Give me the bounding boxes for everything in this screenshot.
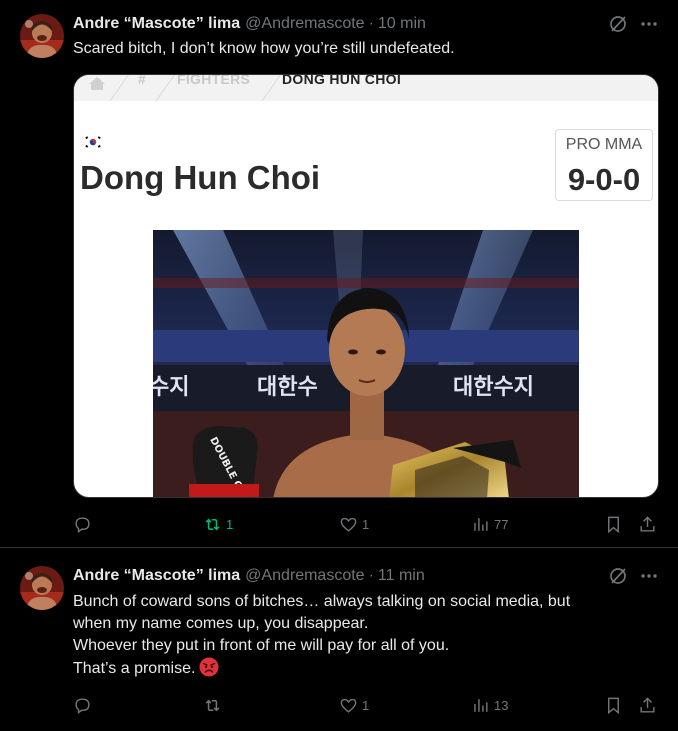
tweet-text: Bunch of coward sons of bitches… always … (73, 591, 658, 680)
bookmark-button[interactable] (604, 694, 623, 716)
banner-text: 수지 (153, 375, 189, 400)
share-icon (640, 515, 655, 532)
home-icon (89, 77, 105, 90)
heart-icon (340, 517, 357, 532)
retweet-button[interactable] (203, 694, 226, 716)
grok-icon[interactable] (608, 14, 628, 34)
media-card[interactable]: # FIGHTERS DONG HUN CHOI Dong Hun Choi P… (73, 74, 659, 498)
views-icon (474, 517, 488, 531)
angry-face-emoji-icon (199, 657, 219, 677)
tweet-header: Andre “Mascote” lima @Andremascote · 11 … (73, 566, 425, 586)
reply-button[interactable] (73, 513, 96, 535)
action-bar: 1 13 (73, 694, 663, 716)
avatar[interactable] (20, 566, 64, 610)
author-name[interactable]: Andre “Mascote” lima (73, 15, 240, 33)
more-options-icon[interactable] (639, 566, 659, 586)
tweet-text-line: Scared bitch, I don’t know how you’re st… (73, 40, 455, 57)
retweet-count: 1 (226, 516, 234, 532)
breadcrumb-item: FIGHTERS (177, 75, 251, 87)
share-button[interactable] (638, 513, 657, 535)
tweet-text-line: Bunch of coward sons of bitches… always … (73, 593, 571, 610)
reply-button[interactable] (73, 694, 96, 716)
fighter-photo: 수지 대한수 대한수지 DOUBLE G (153, 230, 579, 497)
tweet-text-last-line: That’s a promise. (73, 660, 196, 677)
reply-icon (75, 516, 90, 533)
retweet-icon (205, 518, 220, 530)
more-options-icon[interactable] (639, 14, 659, 34)
tweet-text-line: That’s a promise. (73, 657, 658, 680)
heart-icon (340, 698, 357, 713)
tweet[interactable]: Andre “Mascote” lima @Andremascote · 11 … (0, 549, 678, 731)
record-box: PRO MMA 9-0-0 (555, 129, 653, 201)
banner-text: 대한수 (257, 375, 318, 400)
retweet-button[interactable]: 1 (203, 513, 233, 535)
author-name[interactable]: Andre “Mascote” lima (73, 567, 240, 585)
share-button[interactable] (638, 694, 657, 716)
tweet-header: Andre “Mascote” lima @Andremascote · 10 … (73, 14, 426, 34)
like-button[interactable]: 1 (339, 513, 369, 535)
south-korea-flag-icon (84, 135, 102, 149)
separator-dot: · (368, 15, 374, 32)
breadcrumb: # FIGHTERS DONG HUN CHOI (74, 75, 658, 101)
breadcrumb-item: # (138, 75, 147, 87)
avatar[interactable] (20, 14, 64, 58)
tweet[interactable]: Andre “Mascote” lima @Andremascote · 10 … (0, 0, 678, 548)
bookmark-icon (608, 516, 619, 533)
author-handle[interactable]: @Andremascote (245, 567, 364, 585)
record-value: 9-0-0 (567, 162, 641, 197)
bookmark-button[interactable] (604, 513, 623, 535)
views-icon (474, 698, 488, 712)
like-button[interactable]: 1 (339, 694, 369, 716)
fighter-name: Dong Hun Choi (80, 159, 321, 196)
action-bar: 1 1 77 (73, 513, 663, 535)
like-count: 1 (362, 516, 370, 532)
grok-icon[interactable] (608, 566, 628, 586)
banner-text: 대한수지 (453, 375, 534, 400)
tweet-text: Scared bitch, I don’t know how you’re st… (73, 38, 658, 60)
views-count: 77 (494, 516, 509, 532)
timestamp[interactable]: 11 min (378, 567, 425, 585)
tweet-text-line: Whoever they put in front of me will pay… (73, 637, 450, 654)
views-button[interactable]: 13 (471, 694, 508, 716)
retweet-icon (205, 699, 220, 711)
separator-dot: · (368, 567, 374, 584)
share-icon (640, 696, 655, 713)
bookmark-icon (608, 697, 619, 714)
timestamp[interactable]: 10 min (378, 15, 426, 33)
views-button[interactable]: 77 (471, 513, 508, 535)
record-label: PRO MMA (565, 136, 643, 153)
views-count: 13 (494, 697, 509, 713)
author-handle[interactable]: @Andremascote (245, 15, 364, 33)
reply-icon (75, 697, 90, 714)
like-count: 1 (362, 697, 370, 713)
tweet-text-line: when my name comes up, you disappear. (73, 615, 369, 632)
breadcrumb-item-current: DONG HUN CHOI (282, 75, 402, 87)
